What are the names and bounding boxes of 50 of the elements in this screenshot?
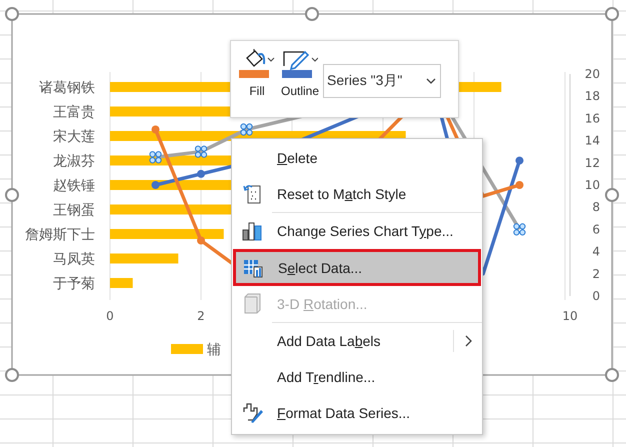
table-chart-icon bbox=[243, 258, 263, 278]
axis-label: 20 bbox=[584, 67, 600, 81]
category-label: 詹姆斯下士 bbox=[25, 227, 95, 243]
category-label: 龙淑芬 bbox=[53, 154, 95, 170]
axis-label: 16 bbox=[584, 111, 600, 126]
axis-label: 2 bbox=[197, 309, 205, 323]
axis-label: 0 bbox=[592, 289, 600, 303]
bar bbox=[110, 278, 133, 288]
axis-label: 10 bbox=[584, 178, 600, 192]
chevron-down-icon bbox=[426, 78, 436, 84]
menu-item[interactable]: Select Data... bbox=[233, 249, 481, 286]
axis-label: 14 bbox=[584, 134, 600, 148]
resize-handle[interactable] bbox=[5, 188, 19, 202]
outline-button[interactable]: Outline bbox=[279, 49, 322, 98]
axis-label: 10 bbox=[562, 309, 578, 323]
resize-handle[interactable] bbox=[5, 7, 19, 21]
menu-item[interactable]: Delete bbox=[232, 140, 482, 176]
category-label: 于予菊 bbox=[53, 276, 95, 292]
axis-label: 6 bbox=[592, 222, 600, 236]
legend-label: 辅 bbox=[207, 342, 221, 358]
category-label: 王富贵 bbox=[53, 104, 95, 120]
category-label: 诸葛钢铁 bbox=[39, 80, 95, 96]
menu-item[interactable]: Format Data Series... bbox=[232, 395, 482, 431]
bar-chart-icon bbox=[242, 221, 262, 241]
resize-handle[interactable] bbox=[5, 368, 19, 382]
fill-button[interactable]: Fill bbox=[237, 49, 277, 98]
axis-label: 2 bbox=[592, 266, 600, 281]
category-label: 宋大莲 bbox=[53, 129, 95, 145]
resize-handle[interactable] bbox=[605, 188, 619, 202]
legend-swatch bbox=[171, 344, 203, 354]
resize-handle[interactable] bbox=[605, 368, 619, 382]
series-dropdown[interactable]: Series "3月" bbox=[323, 64, 442, 98]
cube-icon bbox=[242, 293, 262, 315]
category-label: 王钢蛋 bbox=[53, 202, 95, 218]
axis-label: 18 bbox=[584, 89, 600, 104]
axis-label: 12 bbox=[584, 156, 600, 170]
menu-item[interactable]: Add Trendline... bbox=[232, 359, 482, 395]
resize-handle[interactable] bbox=[605, 7, 619, 21]
menu-item[interactable]: Change Series Chart Type... bbox=[232, 213, 482, 249]
bar bbox=[110, 254, 178, 264]
axis-label: 4 bbox=[592, 244, 600, 259]
reset-icon bbox=[242, 183, 262, 205]
axis-label: 0 bbox=[106, 309, 114, 323]
menu-item[interactable]: Add Data Labels bbox=[232, 323, 482, 359]
axis-label: 8 bbox=[592, 200, 600, 214]
brush-icon bbox=[242, 402, 264, 424]
resize-handle[interactable] bbox=[305, 7, 319, 21]
menu-item[interactable]: Reset to Match Style bbox=[232, 176, 482, 212]
category-label: 马凤英 bbox=[53, 252, 95, 268]
category-label: 赵铁锤 bbox=[53, 178, 95, 194]
